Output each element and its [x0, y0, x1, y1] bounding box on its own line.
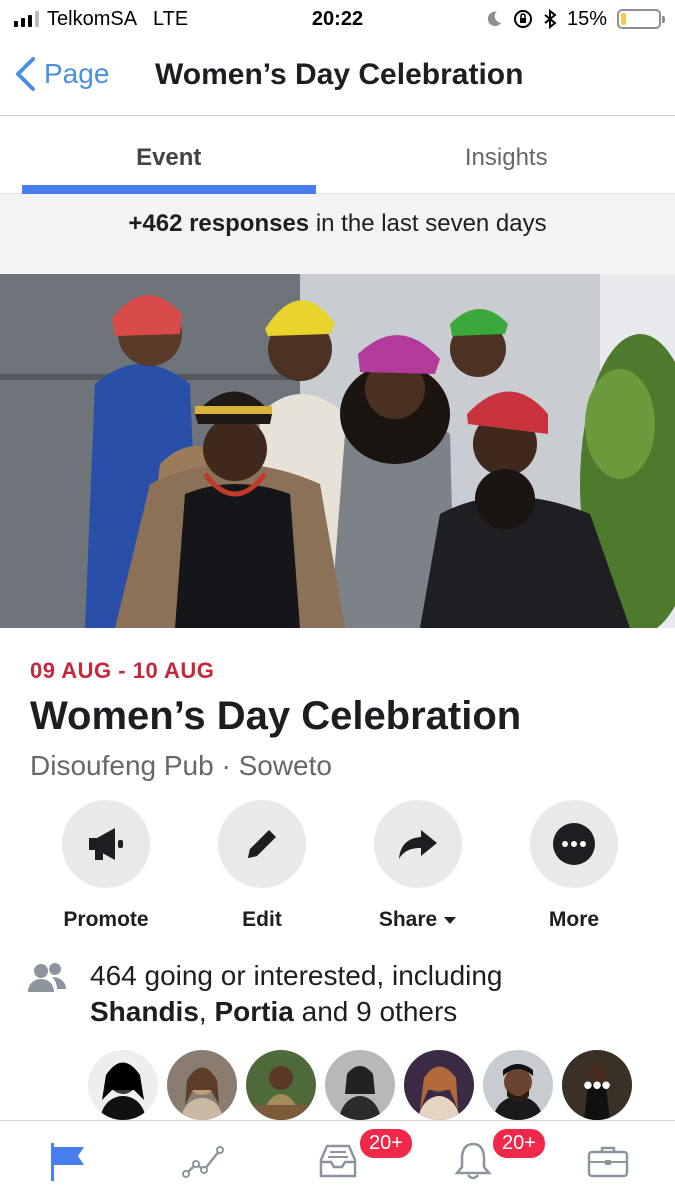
avatar[interactable] [325, 1050, 395, 1120]
edit-circle [218, 800, 306, 888]
bottom-tab-bar: 20+ 20+ [0, 1120, 675, 1200]
responses-suffix: in the last seven days [309, 210, 547, 237]
bell-icon [453, 1142, 492, 1179]
going-name-2[interactable]: Portia [214, 996, 293, 1027]
tab-bar-notifications[interactable]: 20+ [405, 1121, 547, 1200]
notifications-badge: 20+ [491, 1127, 547, 1160]
responses-banner: +462 responses in the last seven days [0, 194, 675, 274]
tab-strip: Event Insights [0, 117, 675, 194]
bluetooth-icon [544, 9, 557, 29]
insights-graph-icon [181, 1145, 224, 1178]
tab-bar-insights[interactable] [135, 1121, 270, 1200]
event-location[interactable]: Disoufeng Pub · Soweto [30, 750, 332, 782]
back-button[interactable]: Page [14, 56, 109, 92]
avatar[interactable] [246, 1050, 316, 1120]
tab-insights[interactable]: Insights [338, 117, 675, 193]
more-dots-icon [553, 823, 595, 865]
network-type: LTE [153, 7, 189, 30]
avatar[interactable] [483, 1050, 553, 1120]
event-cover-photo[interactable] [0, 274, 675, 628]
megaphone-icon [89, 828, 123, 860]
share-label: Share [378, 908, 438, 931]
share-label-wrap: Share [379, 908, 457, 932]
more-label: More [548, 908, 600, 931]
more-avatars-icon: ••• [562, 1050, 632, 1120]
flag-icon [50, 1142, 84, 1181]
responses-count: +462 responses [128, 210, 310, 237]
avatar[interactable] [167, 1050, 237, 1120]
battery-icon [617, 9, 665, 29]
caret-down-icon [444, 917, 457, 924]
avatar[interactable] [404, 1050, 474, 1120]
moon-icon [487, 11, 502, 27]
avatar-more[interactable]: ••• [562, 1050, 632, 1120]
tab-bar-tools[interactable] [540, 1121, 675, 1200]
event-title: Women’s Day Celebration [30, 694, 522, 738]
going-separator: , [198, 996, 215, 1027]
rotation-lock-icon [513, 10, 532, 28]
signal-strength-icon [14, 11, 39, 27]
share-button[interactable]: Share [342, 800, 494, 932]
page-title: Women’s Day Celebration [155, 58, 524, 91]
avatar[interactable] [88, 1050, 158, 1120]
people-icon [28, 963, 66, 992]
guest-avatars: ••• [88, 1050, 632, 1120]
promote-circle [62, 800, 150, 888]
promote-label: Promote [63, 908, 149, 931]
going-count-line: 464 going or interested, including [90, 960, 503, 991]
back-label: Page [44, 58, 110, 89]
share-circle [374, 800, 462, 888]
going-others: and 9 others [293, 996, 458, 1027]
share-arrow-icon [399, 830, 437, 859]
edit-button[interactable]: Edit [186, 800, 338, 932]
going-summary[interactable]: 464 going or interested, including Shand… [28, 958, 648, 1030]
status-bar: TelkomSA LTE 20:22 15% [0, 0, 675, 38]
tab-bar-page[interactable] [0, 1121, 135, 1200]
going-text: 464 going or interested, including Shand… [90, 958, 503, 1030]
carrier-name: TelkomSA [47, 7, 138, 30]
more-circle [530, 800, 618, 888]
tab-event[interactable]: Event [0, 117, 338, 194]
tab-bar-inbox[interactable]: 20+ [270, 1121, 414, 1200]
battery-percent: 15% [566, 7, 607, 30]
briefcase-icon [587, 1146, 628, 1177]
action-row: Promote Edit Share More [30, 800, 650, 932]
pencil-icon [248, 830, 276, 858]
cover-photo-image [0, 274, 675, 628]
event-date: 09 AUG - 10 AUG [30, 658, 215, 683]
edit-label: Edit [242, 908, 282, 931]
promote-button[interactable]: Promote [30, 800, 182, 932]
more-button[interactable]: More [498, 800, 650, 932]
nav-bar: Page Women’s Day Celebration [0, 38, 675, 116]
inbox-icon [319, 1144, 356, 1177]
going-name-1[interactable]: Shandis [90, 996, 199, 1027]
chevron-left-icon [16, 57, 35, 91]
